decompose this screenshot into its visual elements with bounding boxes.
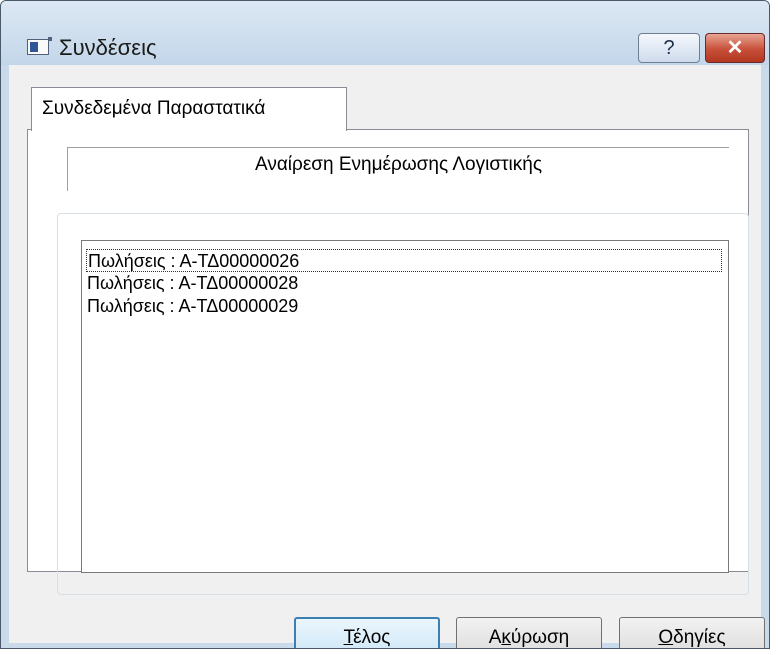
ok-mnemonic: Τ — [343, 627, 354, 648]
ok-button[interactable]: Τέλος — [294, 617, 440, 648]
window-title: Συνδέσεις — [59, 35, 157, 60]
list-item[interactable]: Πωλήσεις : Α-ΤΔ00000028 — [86, 272, 722, 295]
help-mnemonic: Ο — [658, 627, 674, 648]
list-item[interactable]: Πωλήσεις : Α-ΤΔ00000026 — [86, 249, 722, 272]
cancel-label-rest: ύρωση — [510, 627, 570, 648]
list-item[interactable]: Πωλήσεις : Α-ΤΔ00000029 — [86, 295, 722, 318]
cancel-label-pre: Α — [488, 627, 502, 648]
dialog-client-area: Συνδεδεμένα Παραστατικά Αναίρεση Ενημέρω… — [9, 65, 765, 648]
tab-linked-documents[interactable]: Συνδεδεμένα Παραστατικά — [31, 87, 347, 131]
header-panel: Αναίρεση Ενημέρωσης Λογιστικής — [67, 147, 729, 191]
header-title: Αναίρεση Ενημέρωσης Λογιστικής — [254, 154, 543, 175]
dialog-window: Συνδέσεις ? ✕ Συνδεδεμένα Παραστατικά Αν… — [0, 0, 770, 649]
linked-documents-list[interactable]: Πωλήσεις : Α-ΤΔ00000026 Πωλήσεις : Α-ΤΔ0… — [81, 240, 729, 573]
question-mark-icon: ? — [663, 37, 675, 59]
application-window-icon — [27, 37, 52, 55]
help-title-button[interactable]: ? — [638, 33, 700, 63]
cancel-mnemonic: κ — [501, 627, 511, 648]
ok-label-rest: έλος — [353, 627, 391, 648]
help-button[interactable]: Οδηγίες — [619, 617, 765, 648]
tab-label: Συνδεδεμένα Παραστατικά — [42, 98, 266, 119]
close-icon: ✕ — [726, 37, 744, 59]
close-title-button[interactable]: ✕ — [705, 33, 765, 63]
help-label-rest: δηγίες — [673, 627, 726, 648]
cancel-button[interactable]: Ακύρωση — [456, 617, 602, 648]
title-bar[interactable]: Συνδέσεις ? ✕ — [1, 1, 769, 65]
